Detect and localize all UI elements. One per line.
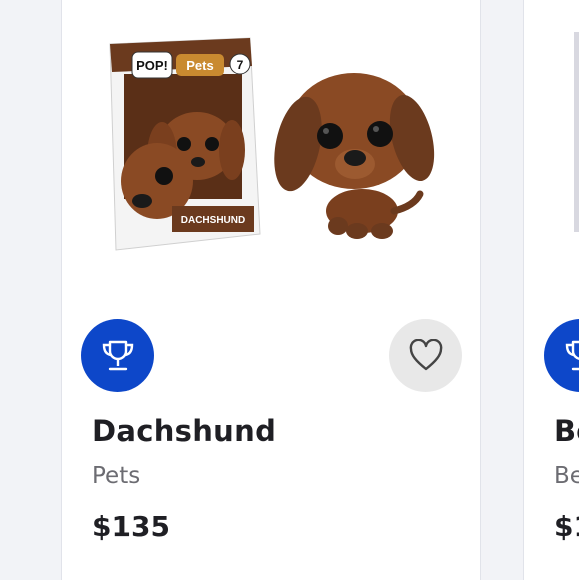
trophy-icon: [102, 340, 133, 370]
pets-logo-text: Pets: [186, 58, 213, 73]
product-category: Pets: [92, 463, 141, 489]
trophy-badge: [81, 319, 154, 392]
next-product-name[interactable]: Be: [554, 414, 579, 448]
product-price: $135: [92, 510, 170, 543]
box-label-text: DACHSHUND: [181, 215, 245, 226]
pop-logo-text: POP!: [136, 58, 168, 73]
trophy-icon: [565, 340, 579, 370]
product-name[interactable]: Dachshund: [92, 414, 276, 448]
product-card[interactable]: DACHSHUND POP! Pets 7 Dachshund Pets $13…: [61, 0, 481, 580]
box-number: 7: [237, 58, 244, 72]
dachshund-figure: [274, 73, 435, 239]
next-product-price: $1: [554, 510, 579, 543]
pop-box: DACHSHUND POP! Pets 7: [109, 37, 261, 251]
product-image: DACHSHUND POP! Pets 7: [109, 37, 435, 251]
product-grid: DACHSHUND POP! Pets 7 Dachshund Pets $13…: [0, 0, 579, 580]
trophy-badge: [544, 319, 579, 392]
next-product-image: [574, 32, 579, 232]
favorite-button[interactable]: [389, 319, 462, 392]
next-product-category: Be: [554, 463, 579, 489]
product-card-next[interactable]: Be Be $1: [523, 0, 579, 580]
heart-icon: [409, 338, 442, 370]
